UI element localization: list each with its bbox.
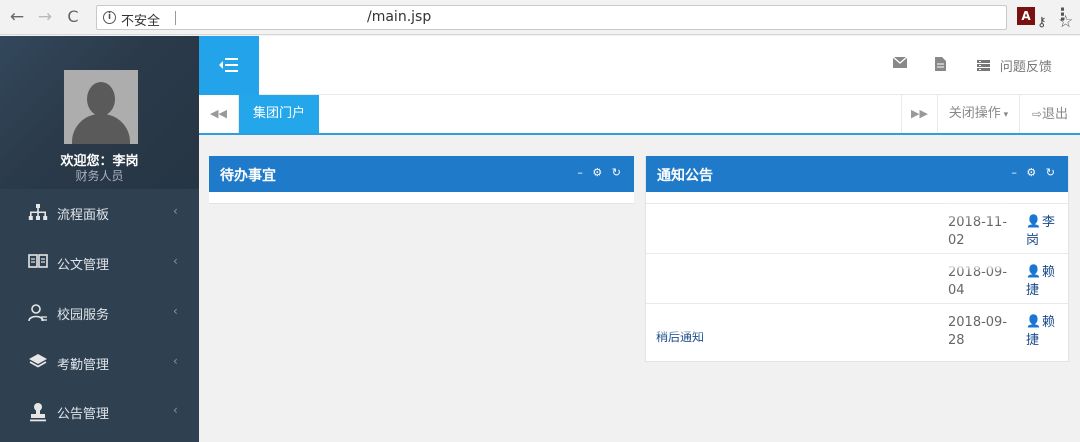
refresh-icon[interactable]: ↻ (1046, 166, 1058, 179)
browser-menu-icon[interactable]: ⋮ (1054, 5, 1071, 25)
user-service-icon (28, 303, 48, 323)
back-arrow-icon[interactable]: ← (6, 6, 28, 28)
panel-tools: – ⚙ ↻ (577, 166, 624, 179)
browser-toolbar: ← → C i 不安全 /main.jsp ⚷ ☆ A ⋮ (0, 0, 1080, 35)
sidebar: 欢迎您：李岗 财务人员 流程面板 ‹ 公文管理 ‹ 校园服务 ‹ 考勤管理 ‹ (0, 36, 199, 442)
panel-tools: – ⚙ ↻ (1011, 166, 1058, 179)
refresh-icon[interactable]: ↻ (612, 166, 624, 179)
sidebar-item-label: 考勤管理 (57, 358, 110, 373)
key-icon[interactable]: ⚷ (1037, 15, 1047, 30)
gear-icon[interactable]: ⚙ (1026, 166, 1039, 179)
mail-icon[interactable] (892, 56, 908, 72)
tab-group-portal[interactable]: 集团门户 (239, 95, 319, 133)
avatar-head-shape (87, 82, 115, 116)
layers-icon (28, 353, 48, 373)
list-icon (977, 60, 994, 74)
notice-date: 2018-09- 28 (948, 315, 1008, 348)
notice-author[interactable]: 赖捷 (1026, 314, 1056, 350)
sidebar-item-label: 公告管理 (57, 407, 110, 422)
sidebar-item-label: 流程面板 (57, 208, 110, 223)
chevron-left-icon: ‹ (173, 254, 178, 268)
logout-button[interactable]: ⇨退出 (1019, 95, 1080, 133)
sidebar-item-announcements[interactable]: 公告管理 ‹ (0, 388, 199, 437)
feedback-label: 问题反馈 (999, 60, 1052, 75)
book-icon (28, 253, 48, 273)
tab-scroll-left-button[interactable]: ◀◀ (199, 95, 239, 133)
notice-author[interactable]: 赖捷 (1026, 264, 1056, 300)
panel-title: 待办事宜 (220, 168, 276, 184)
tab-bar: ◀◀ 集团门户 ▶▶ 关闭操作 ▾ ⇨退出 (199, 95, 1080, 135)
chevron-left-icon: ‹ (173, 403, 178, 417)
redaction-mark (652, 218, 712, 240)
chevron-left-icon: ‹ (173, 354, 178, 368)
todo-panel: 待办事宜 – ⚙ ↻ (209, 156, 634, 204)
tab-scroll-right-button[interactable]: ▶▶ (901, 95, 937, 133)
profile-area: 欢迎您：李岗 财务人员 (0, 36, 199, 189)
redaction-mark (946, 206, 1006, 216)
sidebar-item-attendance[interactable]: 考勤管理 ‹ (0, 339, 199, 388)
notice-author[interactable]: 李岗 (1026, 214, 1056, 250)
close-operations-dropdown[interactable]: 关闭操作 ▾ (937, 95, 1019, 133)
sidebar-item-label: 校园服务 (57, 308, 110, 323)
user-role: 财务人员 (75, 169, 124, 183)
address-separator (175, 11, 176, 25)
logout-label: 退出 (1042, 107, 1069, 122)
notice-panel: 通知公告 – ⚙ ↻ 2018-11- 02 👤 李岗 2018-09- 04 … (645, 156, 1069, 362)
chevron-left-icon: ‹ (173, 204, 178, 218)
close-ops-label: 关闭操作 (948, 106, 1001, 121)
document-icon[interactable] (935, 57, 946, 75)
avatar-body-shape (72, 114, 130, 144)
chevron-left-icon: ‹ (173, 304, 178, 318)
panel-header: 通知公告 – ⚙ ↻ (646, 156, 1068, 192)
redaction-mark (648, 322, 908, 332)
pdf-extension-icon[interactable]: A (1017, 7, 1035, 25)
minimize-icon[interactable]: – (577, 166, 586, 179)
sidebar-item-documents[interactable]: 公文管理 ‹ (0, 239, 199, 288)
sign-out-icon: ⇨ (1031, 107, 1043, 121)
stamp-icon (28, 402, 48, 422)
address-bar[interactable]: i 不安全 /main.jsp ⚷ ☆ (96, 5, 1073, 32)
redaction-mark (946, 258, 1006, 268)
panel-header: 待办事宜 – ⚙ ↻ (209, 156, 634, 192)
sitemap-icon (28, 203, 48, 223)
security-label[interactable]: 不安全 (121, 10, 160, 29)
notice-date: 2018-11- 02 (948, 215, 1008, 248)
top-header: 问题反馈 (199, 36, 1080, 95)
avatar[interactable] (64, 70, 138, 144)
url-text[interactable]: /main.jsp (367, 9, 431, 25)
notice-date: 2018-09- 04 (948, 265, 1008, 298)
minimize-icon[interactable]: – (1011, 166, 1020, 179)
panel-title: 通知公告 (657, 168, 713, 184)
info-icon[interactable]: i (103, 11, 116, 24)
reload-icon[interactable]: C (62, 6, 84, 28)
sidebar-toggle-button[interactable] (199, 36, 259, 95)
sidebar-item-label: 公文管理 (57, 258, 110, 273)
sidebar-item-workflow[interactable]: 流程面板 ‹ (0, 189, 199, 238)
forward-arrow-icon[interactable]: → (34, 6, 56, 28)
caret-down-icon: ▾ (1000, 110, 1009, 120)
gear-icon[interactable]: ⚙ (592, 166, 605, 179)
feedback-link[interactable]: 问题反馈 (977, 56, 1052, 75)
sidebar-item-campus-service[interactable]: 校园服务 ‹ (0, 289, 199, 338)
